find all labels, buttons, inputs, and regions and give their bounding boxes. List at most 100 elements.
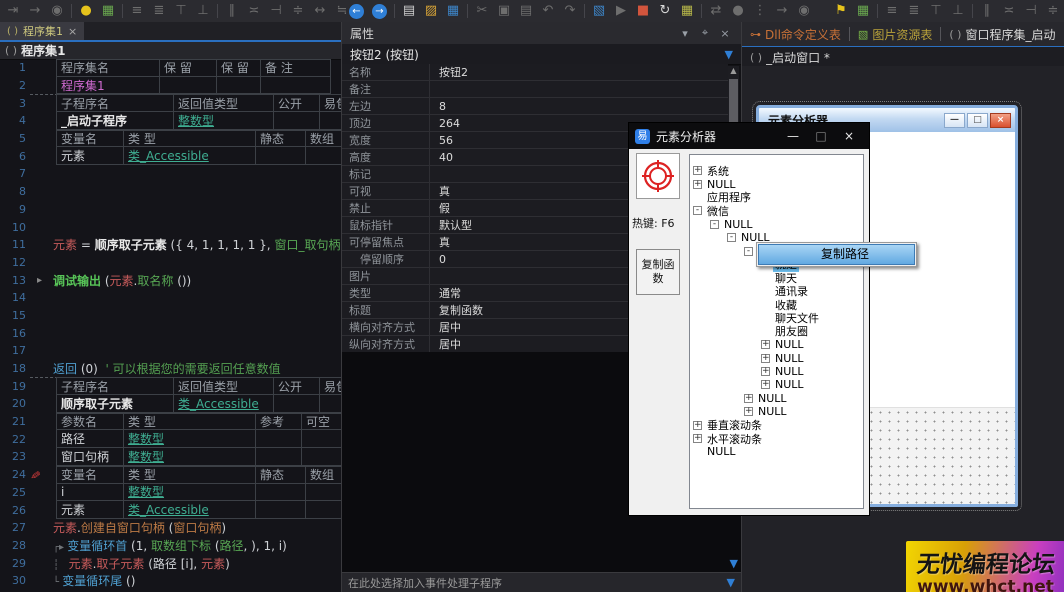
table-cell[interactable]: 类_Accessible — [124, 147, 256, 165]
code-line[interactable]: 6元素类_Accessible — [0, 147, 341, 165]
element-analyzer-window[interactable]: 易 元素分析器 — □ × 热键: F6 — [628, 122, 870, 516]
collapse-minus-icon[interactable]: - — [710, 220, 719, 229]
tree-item-label[interactable]: 水平滚动条 — [705, 431, 764, 447]
align-bottom-icon[interactable]: ⊥ — [192, 1, 214, 21]
code-table-row[interactable]: 子程序名返回值类型公开易包备 注 — [56, 377, 341, 395]
code-line[interactable]: 29┆ 元素.取子元素 (路径 [i], 元素) — [0, 554, 341, 572]
maximize-icon[interactable]: □ — [807, 129, 835, 143]
table-cell[interactable]: 元素 — [56, 501, 124, 519]
center-horizontal-icon[interactable]: ≍ — [998, 1, 1020, 21]
table-cell[interactable]: 公开 — [274, 94, 320, 112]
expand-plus-icon[interactable]: + — [744, 394, 753, 403]
space-evenly-icon[interactable]: ≑ — [287, 1, 309, 21]
table-cell[interactable]: 程序集1 — [56, 77, 160, 95]
copy-function-button[interactable]: 复制函数 — [636, 249, 680, 295]
tree-item[interactable]: +NULL — [761, 338, 863, 351]
code-table-row[interactable]: 程序集1 — [56, 77, 331, 95]
tree-item-label[interactable]: 微信 — [705, 203, 731, 219]
tree-item[interactable]: -NULL — [710, 218, 863, 231]
run-arrow-icon[interactable]: → — [24, 1, 46, 21]
stretch-horizontal-icon[interactable]: ↔ — [309, 1, 331, 21]
undo-icon[interactable]: ↶ — [537, 1, 559, 21]
code-table-row[interactable]: i整数型 — [56, 484, 341, 502]
table-cell[interactable]: 参考 — [256, 413, 302, 431]
property-value[interactable]: 按钮2 — [430, 64, 728, 80]
table-cell[interactable]: 公开 — [274, 377, 320, 395]
table-cell[interactable] — [306, 501, 341, 519]
code-line[interactable]: 3子程序名返回值类型公开易包备 注 — [0, 94, 341, 112]
close-icon[interactable]: × — [990, 113, 1011, 128]
table-cell[interactable]: 程序集名 — [56, 59, 160, 77]
code-table-row[interactable]: _启动子程序整数型本子程序在程序 — [56, 112, 341, 130]
forward-button[interactable]: → — [372, 4, 387, 19]
code-line[interactable]: 20顺序取子元素类_Accessible — [0, 395, 341, 413]
tree-item[interactable]: 朋友圈 — [761, 325, 863, 338]
close-icon[interactable]: × — [717, 27, 733, 40]
table-cell[interactable] — [256, 430, 302, 448]
chevron-down-icon[interactable]: ▼ — [725, 48, 733, 61]
copy-icon[interactable]: ▣ — [493, 1, 515, 21]
table-cell[interactable]: 子程序名 — [56, 377, 174, 395]
table-cell[interactable]: 顺序取子元素 — [56, 395, 174, 413]
new-file-icon[interactable]: ▤ — [398, 1, 420, 21]
table-cell[interactable]: 静态 — [256, 466, 306, 484]
save-icon[interactable]: ▦ — [442, 1, 464, 21]
align-left-icon[interactable]: ≡ — [126, 1, 148, 21]
code-table-row[interactable]: 顺序取子元素类_Accessible — [56, 395, 341, 413]
table-cell[interactable] — [217, 77, 261, 95]
tip-lightbulb-icon[interactable]: ● — [75, 1, 97, 21]
minimize-icon[interactable]: — — [779, 129, 807, 143]
form-capture-icon[interactable]: ▦ — [852, 1, 874, 21]
code-table-row[interactable]: 路径整数型✓ — [56, 430, 341, 448]
swap-icon[interactable]: ⇄ — [705, 1, 727, 21]
step-icon[interactable]: ⋮ — [749, 1, 771, 21]
table-cell[interactable]: 备 注 — [261, 59, 331, 77]
table-cell[interactable] — [256, 147, 306, 165]
tree-item-label[interactable]: NULL — [773, 378, 806, 391]
code-line[interactable]: 19子程序名返回值类型公开易包备 注 — [0, 377, 341, 395]
stop-icon[interactable]: ■ — [632, 1, 654, 21]
align-left-icon[interactable]: ≡ — [881, 1, 903, 21]
tree-item-label[interactable]: NULL — [756, 392, 789, 405]
compile-package-icon[interactable]: ▦ — [676, 1, 698, 21]
form-designer-icon[interactable]: ▦ — [97, 1, 119, 21]
tree-item-label[interactable]: 朋友圈 — [773, 323, 810, 339]
expand-plus-icon[interactable]: + — [693, 434, 702, 443]
table-cell[interactable]: _启动子程序 — [56, 112, 174, 130]
code-line[interactable]: 28┌▸ 变量循环首 (1, 取数组下标 (路径, ), 1, i) — [0, 537, 341, 555]
expand-plus-icon[interactable]: + — [744, 407, 753, 416]
table-cell[interactable]: 数组 — [306, 466, 341, 484]
menu-item-copy-path[interactable]: 复制路径 — [758, 244, 915, 265]
table-cell[interactable]: 变量名 — [56, 130, 124, 148]
event-handler-bar[interactable]: 在此处选择加入事件处理子程序 ▼ — [342, 572, 741, 592]
table-cell[interactable]: 类_Accessible — [174, 395, 274, 413]
close-icon[interactable]: × — [835, 129, 863, 143]
tree-item[interactable]: -微信 — [693, 204, 863, 217]
code-line[interactable]: 14 — [0, 289, 341, 307]
tree-item-label[interactable]: 系统 — [705, 163, 731, 179]
tree-item[interactable]: +系统 — [693, 164, 863, 177]
align-right-icon[interactable]: ≣ — [148, 1, 170, 21]
property-value[interactable]: 8 — [430, 100, 728, 113]
code-line[interactable]: 21参数名类 型参考可空数组备 注 — [0, 413, 341, 431]
pin-icon[interactable]: ⌖ — [697, 26, 713, 40]
scroll-up-icon[interactable]: ▲ — [728, 66, 739, 75]
code-line[interactable]: 24✎变量名类 型静态数组备 注 — [0, 466, 341, 484]
minimize-icon[interactable]: — — [944, 113, 965, 128]
collapse-minus-icon[interactable]: - — [693, 206, 702, 215]
tab-program-set[interactable]: ( ) 程序集1 × — [0, 22, 84, 40]
table-cell[interactable]: 保 留 — [160, 59, 217, 77]
maximize-icon[interactable]: □ — [967, 113, 988, 128]
table-cell[interactable]: 元素 — [56, 147, 124, 165]
collapse-minus-icon[interactable]: - — [744, 247, 753, 256]
table-cell[interactable]: 整数型 — [124, 448, 256, 466]
property-row[interactable]: 名称按钮2 — [342, 64, 728, 81]
collapse-minus-icon[interactable]: - — [727, 233, 736, 242]
code-table-row[interactable]: 参数名类 型参考可空数组备 注 — [56, 413, 341, 431]
code-line[interactable]: 25i整数型 — [0, 484, 341, 502]
table-cell[interactable] — [320, 112, 341, 130]
code-line[interactable]: 9 — [0, 201, 341, 219]
tree-item-label[interactable]: NULL — [773, 338, 806, 351]
same-width-icon[interactable]: ∥ — [976, 1, 998, 21]
table-cell[interactable] — [306, 484, 341, 502]
